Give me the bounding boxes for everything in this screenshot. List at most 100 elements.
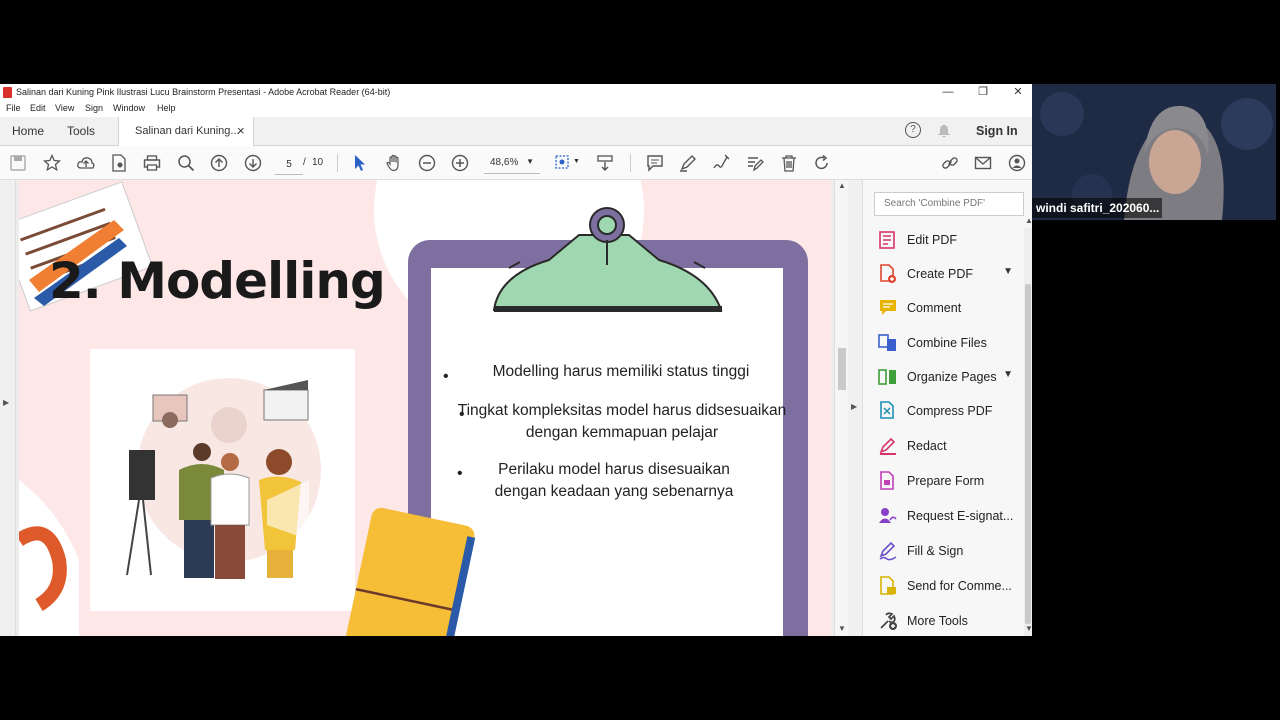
tool-label: Combine Files — [907, 336, 987, 350]
tool-comment[interactable]: Comment — [878, 295, 1023, 321]
close-window-button[interactable]: ✕ — [1008, 85, 1028, 99]
request-esign-icon — [879, 508, 897, 523]
tool-more-tools[interactable]: More Tools — [878, 608, 1023, 634]
menu-edit[interactable]: Edit — [30, 103, 46, 113]
document-scrollbar[interactable]: ▲ ▼ — [834, 180, 849, 636]
collapse-right-pane-icon[interactable]: ▶ — [851, 402, 857, 411]
scroll-up-icon[interactable]: ▲ — [838, 181, 846, 190]
tool-label: Edit PDF — [907, 233, 958, 247]
hand-tool-icon[interactable] — [384, 153, 404, 173]
tool-label: Prepare Form — [907, 474, 985, 488]
edit-text-icon[interactable] — [745, 153, 765, 173]
share-link-icon[interactable] — [940, 153, 960, 173]
chevron-down-icon: ▼ — [526, 157, 534, 166]
window-title: Salinan dari Kuning Pink Ilustrasi Lucu … — [16, 87, 391, 97]
combine-files-icon — [878, 334, 896, 351]
share-user-icon[interactable] — [1007, 153, 1027, 173]
close-tab-icon[interactable]: × — [237, 117, 245, 145]
zoom-in-icon[interactable] — [450, 153, 470, 173]
pdf-page: 2. Modelling • Modelling harus memiliki … — [19, 180, 831, 636]
previous-page-icon[interactable] — [209, 153, 229, 173]
acrobat-app-icon — [3, 87, 12, 98]
zoom-level: 48,6% — [490, 157, 519, 168]
restore-button[interactable]: ❐ — [973, 85, 993, 99]
delete-trash-icon[interactable] — [779, 153, 799, 173]
tab-bar: Home Tools Salinan dari Kuning... × ? Si… — [0, 117, 1032, 146]
tool-prepare-form[interactable]: Prepare Form — [878, 468, 1023, 494]
file-search-icon[interactable] — [109, 153, 129, 173]
bullet-marker: • — [443, 368, 449, 385]
menu-sign[interactable]: Sign — [85, 103, 103, 113]
chevron-down-icon[interactable]: ▼ — [573, 158, 580, 165]
document-tab-label: Salinan dari Kuning... — [135, 125, 240, 137]
scroll-up-icon[interactable]: ▲ — [1025, 216, 1032, 225]
tool-label: Comment — [907, 301, 962, 315]
select-cursor-icon[interactable] — [350, 153, 370, 173]
tool-organize-pages[interactable]: Organize Pages ▼ — [878, 364, 1023, 390]
tool-compress-pdf[interactable]: Compress PDF — [878, 398, 1023, 424]
tool-label: Request E-signat... — [907, 509, 1014, 523]
total-pages: 10 — [312, 157, 324, 168]
tool-label: More Tools — [907, 614, 968, 628]
create-pdf-icon — [880, 264, 896, 283]
sign-in-button[interactable]: Sign In — [976, 124, 1018, 138]
tool-edit-pdf[interactable]: Edit PDF — [878, 227, 1023, 253]
participant-name: windi safitri_202060... — [1032, 198, 1162, 218]
redact-icon — [879, 437, 896, 455]
next-page-icon[interactable] — [243, 153, 263, 173]
tools-search-input[interactable] — [874, 192, 1024, 216]
tool-label: Compress PDF — [907, 404, 993, 418]
tool-label: Organize Pages — [907, 370, 997, 384]
comment-icon[interactable] — [645, 153, 665, 173]
bookmark-star-icon[interactable] — [42, 153, 62, 173]
document-view[interactable]: ▶ 2. Modelling • Modelling harus memilik… — [0, 180, 849, 636]
tool-create-pdf[interactable]: Create PDF ▼ — [878, 261, 1023, 287]
page-number-input[interactable] — [275, 154, 303, 175]
save-icon[interactable] — [8, 153, 28, 173]
email-icon[interactable] — [973, 153, 993, 173]
notification-bell-icon[interactable] — [937, 124, 951, 139]
minimize-button[interactable]: — — [938, 85, 958, 99]
comment-icon — [880, 300, 896, 315]
send-for-comment-icon — [880, 576, 896, 595]
draw-sign-icon[interactable] — [711, 153, 731, 173]
menu-file[interactable]: File — [6, 103, 21, 113]
tool-fill-sign[interactable]: Fill & Sign — [878, 538, 1023, 564]
rotate-icon[interactable] — [812, 153, 832, 173]
tool-label: Create PDF — [907, 267, 973, 281]
menu-help[interactable]: Help — [157, 103, 176, 113]
zoom-out-icon[interactable] — [417, 153, 437, 173]
menu-window[interactable]: Window — [113, 103, 145, 113]
tool-request-esign[interactable]: Request E-signat... — [878, 503, 1023, 529]
tools-scrollbar-thumb[interactable] — [1025, 284, 1031, 624]
toolbar-divider — [630, 154, 631, 172]
help-icon[interactable]: ? — [905, 122, 921, 138]
slide-bullet-2: Tingkat kompleksitas model harus didsesu… — [457, 402, 787, 441]
chevron-down-icon[interactable]: ▼ — [1003, 266, 1013, 277]
marquee-zoom-icon[interactable] — [553, 153, 573, 173]
chevron-down-icon[interactable]: ▼ — [1003, 369, 1013, 380]
left-nav-collapsed[interactable]: ▶ — [0, 180, 16, 636]
expand-left-pane-icon[interactable]: ▶ — [3, 398, 9, 407]
scrollbar-thumb[interactable] — [838, 348, 846, 390]
tool-combine-files[interactable]: Combine Files — [878, 330, 1023, 356]
scroll-down-icon[interactable]: ▼ — [838, 624, 846, 633]
menu-view[interactable]: View — [55, 103, 74, 113]
tool-label: Redact — [907, 439, 947, 453]
tool-redact[interactable]: Redact — [878, 433, 1023, 459]
highlight-pen-icon[interactable] — [678, 153, 698, 173]
collapse-tools-pane[interactable]: ▶ — [848, 180, 863, 636]
print-icon[interactable] — [142, 153, 162, 173]
page-separator: / — [303, 157, 306, 168]
zoom-select[interactable]: 48,6% ▼ — [484, 153, 540, 174]
toolbar-divider — [337, 154, 338, 172]
organize-pages-icon — [878, 369, 896, 385]
tab-document[interactable]: Salinan dari Kuning... × — [118, 117, 254, 146]
scroll-mode-icon[interactable] — [595, 153, 615, 173]
find-magnifier-icon[interactable] — [176, 153, 196, 173]
scroll-down-icon[interactable]: ▼ — [1025, 624, 1032, 633]
tab-home[interactable]: Home — [12, 117, 44, 145]
tool-send-for-comment[interactable]: Send for Comme... — [878, 573, 1023, 599]
tab-tools[interactable]: Tools — [67, 117, 95, 145]
upload-cloud-icon[interactable] — [76, 153, 96, 173]
